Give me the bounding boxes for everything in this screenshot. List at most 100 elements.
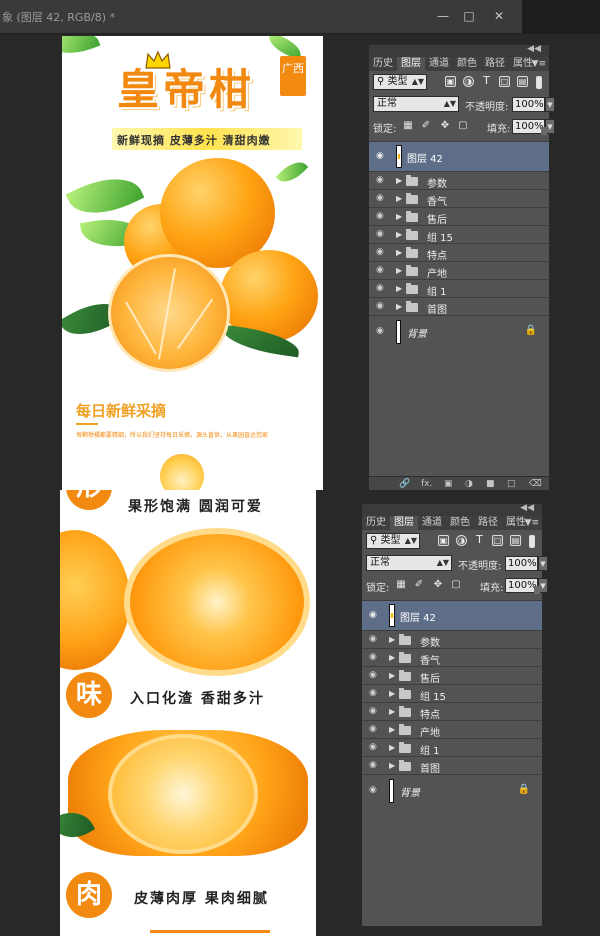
expand-arrow-icon[interactable]: ▶	[396, 266, 402, 275]
tab-layers[interactable]: 图层	[390, 516, 418, 530]
layer-group-row[interactable]: ◉ ▶ 首图	[369, 297, 549, 316]
tab-layers[interactable]: 图层	[397, 57, 425, 71]
adjustment-icon[interactable]: ◑	[465, 479, 473, 489]
collapse-icon[interactable]: ◀◀	[527, 44, 541, 54]
tab-paths[interactable]: 路径	[474, 516, 502, 530]
mask-icon[interactable]: ▣	[444, 479, 453, 489]
blend-mode-select[interactable]: 正常 ▲▼	[366, 555, 452, 571]
layer-group-row[interactable]: ◉ ▶ 特点	[362, 702, 542, 721]
trash-icon[interactable]: ⌫	[529, 479, 542, 489]
eye-icon[interactable]: ◉	[376, 283, 384, 293]
layer-group-row[interactable]: ◉ ▶ 特点	[369, 243, 549, 262]
eye-icon[interactable]: ◉	[369, 670, 377, 680]
opacity-input[interactable]: 100%	[505, 556, 538, 571]
layer-group-row[interactable]: ◉ ▶ 售后	[369, 207, 549, 226]
layer-group-row[interactable]: ◉ ▶ 组 15	[369, 225, 549, 244]
filter-toggle-icon[interactable]	[536, 76, 542, 89]
tab-paths[interactable]: 路径	[481, 57, 509, 71]
layer-group-row[interactable]: ◉ ▶ 香气	[362, 648, 542, 667]
lock-move-icon[interactable]: ✥	[433, 580, 443, 590]
scrollbar[interactable]	[541, 127, 547, 135]
filter-smart-object-icon[interactable]: ▤	[517, 76, 528, 87]
lock-brush-icon[interactable]: ✐	[414, 580, 424, 590]
filter-type-icon[interactable]: T	[474, 534, 485, 546]
expand-arrow-icon[interactable]: ▶	[389, 707, 395, 716]
layer-filter-select[interactable]: ⚲ 类型 ▲▼	[373, 74, 427, 90]
eye-icon[interactable]: ◉	[376, 326, 384, 336]
eye-icon[interactable]: ◉	[369, 652, 377, 662]
panel-menu-icon[interactable]: ▼≡	[532, 57, 546, 71]
eye-icon[interactable]: ◉	[369, 785, 377, 795]
filter-pixel-icon[interactable]: ▣	[445, 76, 456, 87]
expand-arrow-icon[interactable]: ▶	[389, 653, 395, 662]
eye-icon[interactable]: ◉	[369, 634, 377, 644]
background-layer-row[interactable]: ◉ 背景 🔒	[362, 774, 542, 806]
tab-history[interactable]: 历史	[362, 516, 390, 530]
tab-color[interactable]: 颜色	[446, 516, 474, 530]
layer-group-row[interactable]: ◉ ▶ 产地	[362, 720, 542, 739]
lock-transparent-icon[interactable]: ▦	[396, 580, 406, 590]
panel-menu-icon[interactable]: ▼≡	[525, 516, 539, 530]
layers-panel[interactable]: ◀◀ 历史 图层 通道 颜色 路径 属性 ▼≡ ⚲ 类型 ▲▼ ▣ ◑ T □ ▤…	[361, 503, 548, 927]
eye-icon[interactable]: ◉	[369, 742, 377, 752]
expand-arrow-icon[interactable]: ▶	[389, 761, 395, 770]
eye-icon[interactable]: ◉	[376, 211, 384, 221]
layer-group-row[interactable]: ◉ ▶ 售后	[362, 666, 542, 685]
eye-icon[interactable]: ◉	[369, 760, 377, 770]
eye-icon[interactable]: ◉	[376, 301, 384, 311]
expand-arrow-icon[interactable]: ▶	[389, 725, 395, 734]
collapse-icon[interactable]: ◀◀	[520, 503, 534, 513]
opacity-dropdown-icon[interactable]: ▼	[538, 556, 548, 571]
eye-icon[interactable]: ◉	[376, 175, 384, 185]
opacity-dropdown-icon[interactable]: ▼	[545, 97, 555, 112]
filter-shape-icon[interactable]: □	[492, 535, 503, 546]
eye-icon[interactable]: ◉	[376, 247, 384, 257]
layer-group-row[interactable]: ◉ ▶ 组 1	[362, 738, 542, 757]
minimize-icon[interactable]: —	[430, 6, 456, 26]
new-layer-icon[interactable]: □	[507, 479, 516, 489]
layer-filter-select[interactable]: ⚲ 类型 ▲▼	[366, 533, 420, 549]
eye-icon[interactable]: ◉	[376, 229, 384, 239]
layer-row-selected[interactable]: ◉ 图层 42	[362, 600, 542, 630]
eye-icon[interactable]: ◉	[369, 610, 377, 620]
filter-toggle-icon[interactable]	[529, 535, 535, 548]
close-icon[interactable]: ✕	[486, 6, 512, 26]
filter-pixel-icon[interactable]: ▣	[438, 535, 449, 546]
layer-group-row[interactable]: ◉ ▶ 首图	[362, 756, 542, 775]
eye-icon[interactable]: ◉	[369, 706, 377, 716]
filter-shape-icon[interactable]: □	[499, 76, 510, 87]
canvas-page-features[interactable]: 形 果形饱满 圆润可爱 味 入口化渣 香甜多汁 肉 皮薄肉厚 果肉细腻	[60, 490, 316, 936]
eye-icon[interactable]: ◉	[376, 265, 384, 275]
background-layer-row[interactable]: ◉ 背景 🔒	[369, 315, 549, 347]
expand-arrow-icon[interactable]: ▶	[396, 176, 402, 185]
layers-panel[interactable]: ◀◀ 历史 图层 通道 颜色 路径 属性 ▼≡ ⚲ 类型 ▲▼ ▣ ◑ T □ ▤…	[368, 44, 555, 493]
tab-history[interactable]: 历史	[369, 57, 397, 71]
expand-arrow-icon[interactable]: ▶	[396, 284, 402, 293]
maximize-icon[interactable]: □	[456, 6, 482, 26]
panel-header[interactable]: ◀◀	[369, 44, 549, 57]
filter-adjustment-icon[interactable]: ◑	[463, 76, 474, 87]
opacity-input[interactable]: 100%	[512, 97, 545, 112]
layer-row-selected[interactable]: ◉ 图层 42	[369, 141, 549, 171]
new-group-icon[interactable]: ■	[486, 479, 495, 489]
expand-arrow-icon[interactable]: ▶	[396, 302, 402, 311]
expand-arrow-icon[interactable]: ▶	[396, 248, 402, 257]
blend-mode-select[interactable]: 正常 ▲▼	[373, 96, 459, 112]
layer-group-row[interactable]: ◉ ▶ 组 15	[362, 684, 542, 703]
lock-all-icon[interactable]: ▢	[451, 580, 461, 590]
expand-arrow-icon[interactable]: ▶	[389, 635, 395, 644]
expand-arrow-icon[interactable]: ▶	[396, 194, 402, 203]
scrollbar[interactable]	[534, 586, 540, 594]
expand-arrow-icon[interactable]: ▶	[389, 689, 395, 698]
expand-arrow-icon[interactable]: ▶	[389, 671, 395, 680]
expand-arrow-icon[interactable]: ▶	[396, 230, 402, 239]
lock-move-icon[interactable]: ✥	[440, 121, 450, 131]
lock-all-icon[interactable]: ▢	[458, 121, 468, 131]
document-title-bar[interactable]: 象 (图层 42, RGB/8) * — □ ✕	[0, 0, 522, 34]
layer-group-row[interactable]: ◉ ▶ 产地	[369, 261, 549, 280]
eye-icon[interactable]: ◉	[376, 151, 384, 161]
link-icon[interactable]: 🔗	[399, 479, 410, 489]
expand-arrow-icon[interactable]: ▶	[396, 212, 402, 221]
lock-transparent-icon[interactable]: ▦	[403, 121, 413, 131]
layer-group-row[interactable]: ◉ ▶ 组 1	[369, 279, 549, 298]
